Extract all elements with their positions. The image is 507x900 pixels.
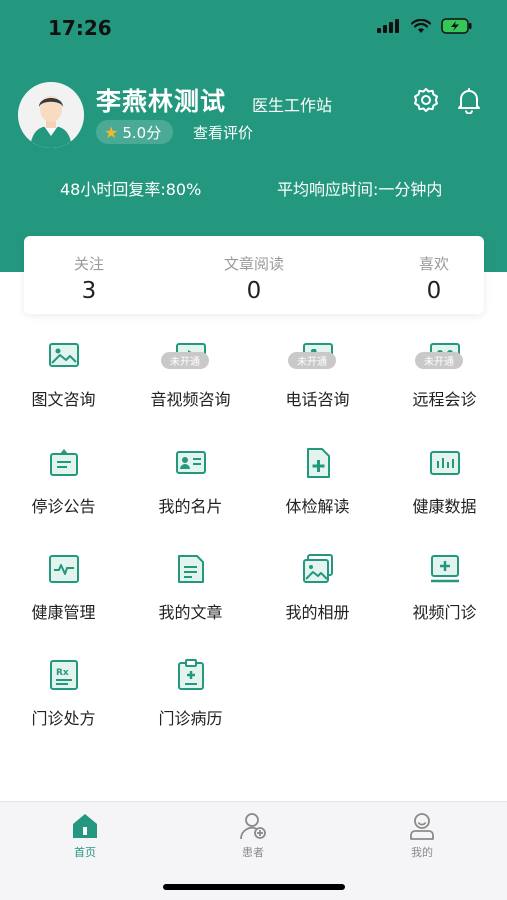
stat-label: 文章阅读 (223, 255, 284, 273)
video-clinic-icon (431, 555, 459, 583)
svg-text:Rx: Rx (56, 668, 69, 678)
home-icon (73, 814, 97, 838)
grid-label: 我的文章 (158, 603, 223, 622)
stat-label: 喜欢 (418, 255, 449, 273)
stat-value: 0 (246, 278, 262, 304)
business-card-icon (176, 451, 206, 474)
profile-icon (410, 813, 434, 840)
grid-item-remote-consult[interactable]: 未开通 远程会诊 (381, 340, 507, 420)
grid-label: 体检解读 (285, 497, 350, 516)
prescription-icon: Rx (50, 660, 78, 690)
article-icon (178, 555, 204, 583)
grid-label: 我的名片 (158, 497, 223, 516)
grid-label: 门诊病历 (158, 709, 223, 728)
home-indicator (163, 884, 345, 890)
stats-card: 关注 3 文章阅读 0 喜欢 0 (24, 236, 484, 314)
grid-item-my-articles[interactable]: 我的文章 (127, 553, 254, 633)
not-activated-badge: 未开通 (161, 352, 209, 369)
checkup-report-icon (307, 448, 330, 478)
grid-label: 我的相册 (285, 603, 350, 622)
tab-label: 患者 (242, 846, 264, 859)
grid-label: 停诊公告 (31, 497, 96, 516)
notification-bell-icon[interactable] (455, 86, 483, 114)
star-icon: ★ (104, 122, 119, 142)
grid-item-health-management[interactable]: 健康管理 (0, 553, 127, 633)
grid-label: 音视频咨询 (150, 390, 231, 409)
status-icons (377, 18, 473, 34)
grid-item-checkup-report[interactable]: 体检解读 (254, 447, 381, 527)
rating-pill: ★ 5.0分 (96, 120, 174, 144)
workstation-label: 医生工作站 (252, 96, 333, 115)
grid-label: 电话咨询 (285, 390, 350, 409)
stat-follow[interactable]: 关注 3 (24, 236, 154, 304)
grid-label: 健康管理 (31, 603, 96, 622)
doctor-name: 李燕林测试 (96, 87, 227, 116)
wifi-icon (411, 18, 431, 33)
grid-label: 图文咨询 (31, 390, 96, 409)
battery-charging-icon (441, 18, 472, 34)
grid-label: 远程会诊 (412, 390, 477, 409)
grid-item-image-consult[interactable]: 图文咨询 (0, 340, 127, 420)
grid-label: 健康数据 (412, 497, 477, 516)
tab-label: 首页 (74, 846, 96, 859)
grid-item-closure-notice[interactable]: 停诊公告 (0, 447, 127, 527)
avatar[interactable] (18, 82, 84, 148)
cellular-signal-icon (377, 19, 399, 33)
health-management-icon (49, 555, 79, 583)
doctor-avatar-icon (18, 82, 84, 148)
view-reviews-link[interactable]: 查看评价 (193, 122, 253, 143)
image-consult-icon (49, 343, 79, 367)
response-time: 平均响应时间:一分钟内 (277, 180, 443, 199)
health-data-icon (430, 451, 460, 475)
reply-rate: 48小时回复率:80% (60, 180, 202, 199)
stat-value: 0 (426, 278, 442, 304)
stat-likes[interactable]: 喜欢 0 (369, 236, 499, 304)
grid-label: 视频门诊 (412, 603, 477, 622)
not-activated-badge: 未开通 (288, 352, 336, 369)
tab-mine[interactable]: 我的 (382, 812, 462, 860)
stat-label: 关注 (73, 255, 104, 273)
grid-item-medical-record[interactable]: 门诊病历 (127, 659, 254, 739)
grid-item-my-album[interactable]: 我的相册 (254, 553, 381, 633)
stat-article-reads[interactable]: 文章阅读 0 (189, 236, 319, 304)
stat-value: 3 (81, 278, 97, 304)
status-bar: 17:26 (0, 0, 507, 58)
album-icon (303, 554, 333, 583)
grid-item-prescription[interactable]: Rx 门诊处方 (0, 659, 127, 739)
status-time: 17:26 (48, 16, 112, 40)
patients-icon (240, 813, 266, 840)
rating-score: 5.0分 (122, 123, 162, 142)
grid-item-video-clinic[interactable]: 视频门诊 (381, 553, 507, 633)
grid-item-business-card[interactable]: 我的名片 (127, 447, 254, 527)
settings-gear-icon[interactable] (412, 86, 440, 114)
tab-patients[interactable]: 患者 (213, 812, 293, 860)
tab-home[interactable]: 首页 (45, 812, 125, 860)
tab-label: 我的 (411, 846, 433, 859)
grid-item-video-consult[interactable]: 未开通 音视频咨询 (127, 340, 254, 420)
grid-label: 门诊处方 (31, 709, 96, 728)
grid-item-phone-consult[interactable]: 未开通 电话咨询 (254, 340, 381, 420)
medical-record-icon (178, 659, 204, 690)
not-activated-badge: 未开通 (415, 352, 463, 369)
grid-item-health-data[interactable]: 健康数据 (381, 447, 507, 527)
notice-icon (50, 449, 78, 476)
